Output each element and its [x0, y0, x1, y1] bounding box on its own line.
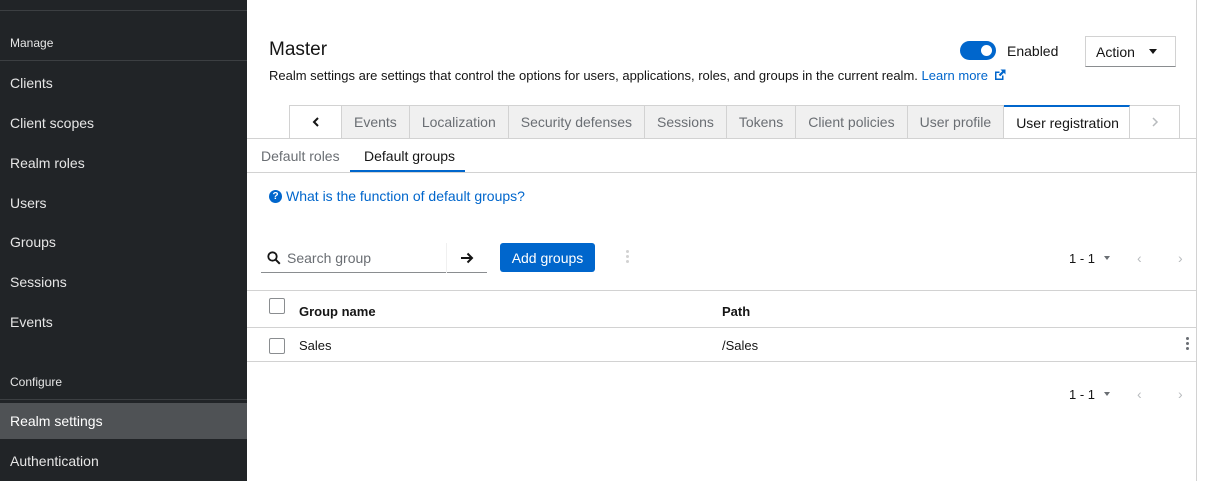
cell-group-name[interactable]: Sales	[299, 338, 332, 353]
pagination-top: 1 - 1 ‹ ›	[1056, 243, 1196, 273]
search-icon	[267, 250, 281, 265]
tab-tokens[interactable]: Tokens	[726, 105, 797, 139]
help-link-label: What is the function of default groups?	[286, 188, 525, 204]
table-row-divider	[247, 361, 1196, 362]
row-kebab-icon[interactable]	[1186, 337, 1190, 352]
prev-page-icon[interactable]: ‹	[1137, 386, 1142, 402]
sidebar-divider	[0, 60, 247, 61]
caret-down-icon[interactable]	[1104, 392, 1110, 396]
action-dropdown[interactable]: Action	[1085, 36, 1176, 67]
enabled-label: Enabled	[1007, 43, 1059, 59]
pagination-bottom: 1 - 1 ‹ ›	[1056, 379, 1196, 409]
toggle-knob	[981, 45, 992, 56]
tab-user-profile[interactable]: User profile	[907, 105, 1005, 139]
column-header-path[interactable]: Path	[722, 304, 750, 319]
page-title: Master	[269, 39, 328, 60]
sidebar-item-authentication[interactable]: Authentication	[0, 441, 247, 481]
select-all-checkbox[interactable]	[269, 298, 285, 314]
page-description: Realm settings are settings that control…	[269, 68, 1006, 83]
tab-client-policies[interactable]: Client policies	[796, 105, 908, 139]
tabs-scroll-right-button[interactable]	[1130, 105, 1181, 139]
tab-sessions[interactable]: Sessions	[645, 105, 727, 139]
prev-page-icon[interactable]: ‹	[1137, 250, 1142, 266]
caret-down-icon[interactable]	[1104, 256, 1110, 260]
action-label: Action	[1096, 43, 1135, 60]
add-groups-button[interactable]: Add groups	[500, 243, 595, 272]
sidebar-divider	[0, 399, 247, 400]
cell-path: /Sales	[722, 338, 759, 353]
help-popover-link[interactable]: ? What is the function of default groups…	[269, 188, 525, 204]
learn-more-link[interactable]: Learn more	[922, 68, 1006, 83]
toolbar-kebab-icon[interactable]	[626, 250, 630, 265]
pagination-range[interactable]: 1 - 1	[1069, 387, 1095, 402]
sidebar-section-manage: Manage	[10, 36, 54, 50]
search-submit-button[interactable]	[447, 243, 487, 273]
search-placeholder: Search group	[287, 249, 372, 266]
sidebar-item-realm-roles[interactable]: Realm roles	[0, 143, 247, 183]
sidebar-section-configure: Configure	[10, 375, 63, 389]
chevron-right-icon	[1152, 117, 1158, 127]
next-page-icon[interactable]: ›	[1178, 250, 1183, 266]
tab-security-defenses[interactable]: Security defenses	[508, 105, 646, 139]
description-text: Realm settings are settings that control…	[269, 68, 918, 83]
sidebar-top-divider	[0, 10, 247, 11]
external-link-icon	[994, 69, 1006, 80]
tab-user-registration[interactable]: User registration	[1004, 105, 1131, 139]
realm-settings-tabs: Events Localization Security defenses Se…	[289, 105, 1181, 139]
row-checkbox[interactable]	[269, 338, 285, 354]
sidebar-item-clients[interactable]: Clients	[0, 63, 247, 103]
chevron-left-icon	[312, 117, 319, 127]
question-circle-icon: ?	[269, 189, 282, 203]
tab-localization[interactable]: Localization	[409, 105, 509, 139]
tab-events[interactable]: Events	[342, 105, 410, 139]
content-right-border	[1196, 0, 1197, 481]
enabled-toggle[interactable]	[960, 41, 996, 60]
next-page-icon[interactable]: ›	[1178, 386, 1183, 402]
sidebar-item-groups[interactable]: Groups	[0, 222, 247, 262]
table-header-divider	[247, 327, 1196, 328]
tabs-scroll-left-button[interactable]	[289, 105, 342, 139]
learn-more-label: Learn more	[921, 68, 988, 83]
sidebar-item-realm-settings[interactable]: Realm settings	[0, 403, 247, 439]
sidebar-item-client-scopes[interactable]: Client scopes	[0, 103, 247, 143]
caret-down-icon	[1149, 49, 1157, 54]
table-top-border	[247, 290, 1196, 291]
subtab-default-groups[interactable]: Default groups	[364, 148, 455, 164]
sidebar-item-sessions[interactable]: Sessions	[0, 262, 247, 302]
sidebar: Manage Clients Client scopes Realm roles…	[0, 0, 247, 481]
pagination-range[interactable]: 1 - 1	[1069, 251, 1095, 266]
app-root: Manage Clients Client scopes Realm roles…	[0, 0, 1210, 481]
subtabs-divider	[247, 172, 1196, 173]
sidebar-item-events[interactable]: Events	[0, 302, 247, 342]
tabs-divider	[247, 138, 1196, 139]
column-header-group-name[interactable]: Group name	[299, 304, 376, 319]
arrow-right-icon	[461, 252, 474, 264]
sidebar-item-users[interactable]: Users	[0, 183, 247, 223]
subtab-default-roles[interactable]: Default roles	[261, 148, 340, 164]
